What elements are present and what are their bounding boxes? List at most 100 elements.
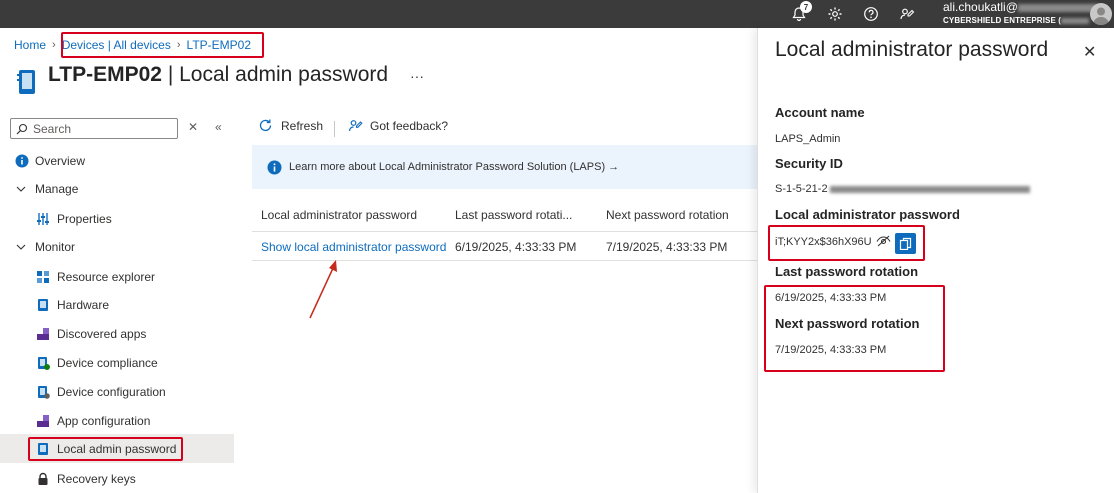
more-options-button[interactable]: ···: [410, 68, 424, 84]
nav-item-device-compliance[interactable]: Device compliance: [0, 348, 234, 377]
table-header-divider: [252, 231, 757, 232]
toolbar-divider: [334, 121, 335, 137]
next-rotation-label: Next password rotation: [775, 316, 920, 331]
last-rotation-value: 6/19/2025, 4:33:33 PM: [775, 292, 887, 304]
local-admin-password-icon: [35, 441, 51, 457]
nav-item-label: App configuration: [57, 413, 151, 428]
refresh-label: Refresh: [281, 118, 324, 133]
nav-item-device-configuration[interactable]: Device configuration: [0, 377, 234, 406]
tenant-name: CYBERSHIELD ENTREPRISE (: [943, 16, 1061, 25]
redacted-sid: [829, 185, 1030, 193]
cell-next-rotation: 7/19/2025, 4:33:33 PM: [606, 240, 728, 254]
top-bar: 7 ali.choukatli@ CYBERSHIELD ENTREPRISE …: [0, 0, 1114, 28]
close-icon[interactable]: ✕: [1083, 42, 1096, 62]
breadcrumb: Home › Devices | All devices › LTP-EMP02: [14, 38, 251, 52]
password-detail-panel: [757, 28, 1114, 493]
collapse-menu-icon[interactable]: «: [215, 120, 222, 134]
breadcrumb-device[interactable]: LTP-EMP02: [187, 38, 251, 52]
redacted-tenant: [1060, 17, 1089, 24]
nav-item-discovered-apps[interactable]: Discovered apps: [0, 319, 234, 348]
next-rotation-value: 7/19/2025, 4:33:33 PM: [775, 344, 887, 356]
nav-group-label: Manage: [35, 181, 79, 196]
page-title: LTP-EMP02 | Local admin password: [48, 63, 388, 87]
nav-item-hardware[interactable]: Hardware: [0, 290, 234, 319]
nav-item-local-admin-password[interactable]: Local admin password: [0, 434, 234, 463]
device-compliance-icon: [35, 355, 51, 371]
account-name-value: LAPS_Admin: [775, 133, 841, 145]
feedback-icon: [348, 118, 363, 133]
account-name-label: Account name: [775, 105, 865, 120]
column-header-password[interactable]: Local administrator password: [261, 208, 417, 222]
feedback-button[interactable]: Got feedback?: [348, 118, 448, 133]
nav-item-label: Device compliance: [57, 355, 158, 370]
refresh-icon: [258, 118, 273, 133]
lock-icon: [35, 471, 51, 487]
copy-button[interactable]: [895, 233, 916, 254]
nav-item-label: Discovered apps: [57, 326, 147, 341]
properties-icon: [35, 211, 51, 227]
nav-item-resource-explorer[interactable]: Resource explorer: [0, 262, 234, 291]
chevron-right-icon: ›: [176, 39, 181, 51]
password-value: iT;KYY2x$36hX96U: [775, 236, 872, 248]
chevron-down-icon: [13, 239, 29, 255]
page-section: | Local admin password: [167, 63, 389, 86]
search-icon: [16, 123, 28, 135]
security-id-prefix: S-1-5-21-2: [775, 183, 828, 195]
clear-filter-icon[interactable]: ✕: [188, 120, 198, 134]
breadcrumb-devices[interactable]: Devices | All devices: [62, 38, 171, 52]
notification-count-badge: 7: [800, 1, 812, 13]
column-header-next-rotation[interactable]: Next password rotation: [606, 208, 729, 222]
nav-search[interactable]: [10, 118, 178, 139]
show-password-link[interactable]: Show local administrator password: [261, 240, 446, 254]
breadcrumb-home[interactable]: Home: [14, 38, 46, 52]
cell-last-rotation: 6/19/2025, 4:33:33 PM: [455, 240, 577, 254]
hide-password-eye-icon[interactable]: [876, 235, 891, 248]
nav-group-manage[interactable]: Manage: [0, 174, 234, 203]
device-configuration-icon: [35, 384, 51, 400]
hardware-icon: [35, 297, 51, 313]
chevron-right-icon: ›: [52, 39, 56, 51]
nav-item-overview[interactable]: Overview: [0, 146, 234, 175]
redacted-email: [1017, 3, 1098, 12]
feedback-person-icon[interactable]: [897, 4, 917, 24]
info-icon: [267, 160, 282, 175]
copy-icon: [899, 237, 912, 250]
nav-item-properties[interactable]: Properties: [0, 204, 234, 233]
annotation-arrow: [309, 260, 337, 319]
nav-item-label: Overview: [35, 153, 86, 168]
nav-group-monitor[interactable]: Monitor: [0, 232, 234, 261]
user-name: ali.choukatli@: [943, 0, 1018, 14]
password-field: iT;KYY2x$36hX96U: [775, 233, 891, 248]
help-question-icon[interactable]: [861, 4, 881, 24]
resource-explorer-icon: [35, 269, 51, 285]
account-info[interactable]: ali.choukatli@ CYBERSHIELD ENTREPRISE (: [943, 1, 1098, 27]
nav-item-label: Resource explorer: [57, 269, 156, 284]
panel-title: Local administrator password: [775, 38, 1049, 61]
last-rotation-label: Last password rotation: [775, 264, 919, 279]
nav-item-label: Local admin password: [57, 441, 177, 456]
column-header-last-rotation[interactable]: Last password rotati...: [455, 208, 572, 222]
nav-item-label: Properties: [57, 211, 112, 226]
device-name: LTP-EMP02: [48, 63, 162, 86]
discovered-apps-icon: [35, 326, 51, 342]
refresh-button[interactable]: Refresh: [258, 118, 323, 133]
nav-item-app-configuration[interactable]: App configuration: [0, 406, 234, 435]
avatar[interactable]: [1090, 3, 1112, 25]
feedback-label: Got feedback?: [370, 118, 449, 133]
chevron-down-icon: [13, 181, 29, 197]
info-icon: [14, 153, 30, 169]
device-laptop-icon: [16, 69, 38, 95]
nav-group-label: Monitor: [35, 239, 76, 254]
app-configuration-icon: [35, 413, 51, 429]
nav-item-label: Recovery keys: [57, 471, 136, 486]
banner-text: Learn more about Local Administrator Pas…: [289, 161, 620, 173]
settings-gear-icon[interactable]: [825, 4, 845, 24]
security-id-value: S-1-5-21-2: [775, 183, 1030, 195]
password-label: Local administrator password: [775, 207, 960, 222]
notifications-bell-icon[interactable]: 7: [789, 1, 812, 24]
laps-info-banner[interactable]: Learn more about Local Administrator Pas…: [252, 145, 757, 189]
nav-item-recovery-keys[interactable]: Recovery keys: [0, 464, 234, 493]
nav-item-label: Device configuration: [57, 384, 166, 399]
security-id-label: Security ID: [775, 156, 843, 171]
search-input[interactable]: [33, 121, 163, 136]
